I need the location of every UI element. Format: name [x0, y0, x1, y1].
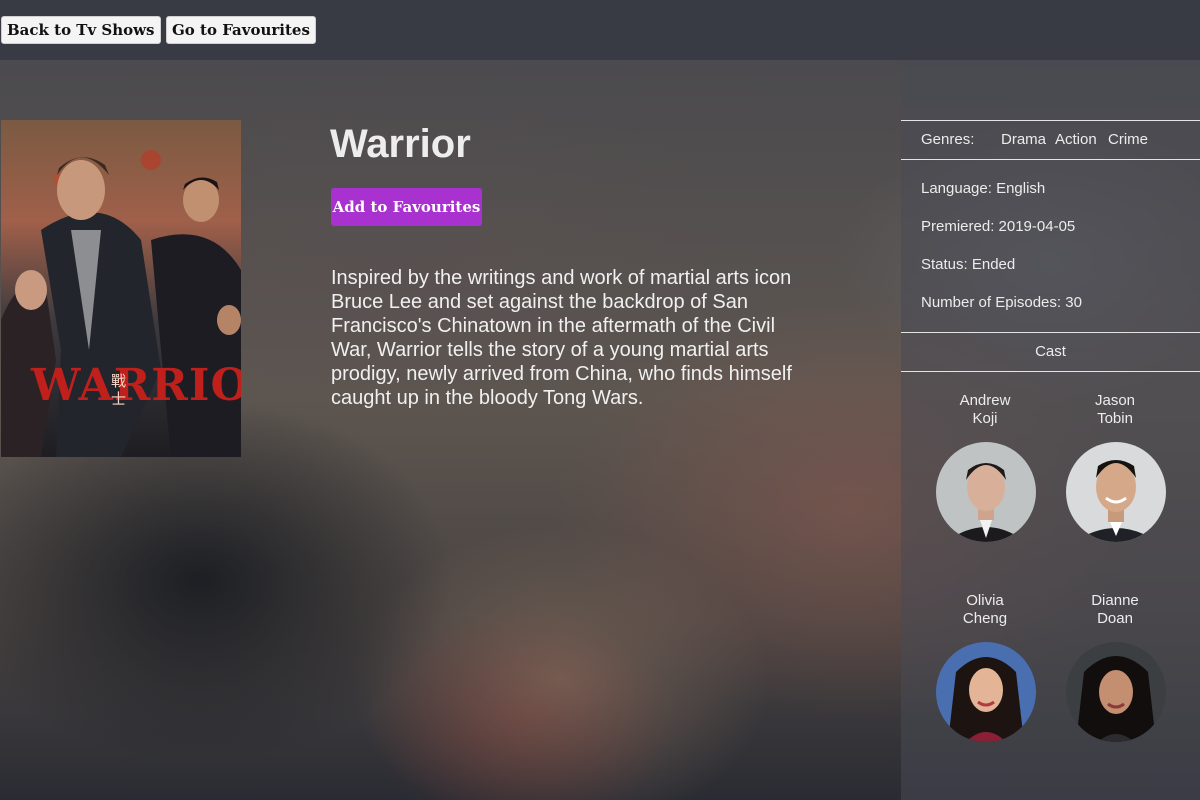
episode-count-info: Number of Episodes: 30 — [921, 294, 1082, 311]
status-info: Status: Ended — [921, 256, 1016, 273]
divider — [901, 159, 1200, 160]
cast-member-name: Jason Tobin — [1060, 392, 1170, 428]
cast-member-name: Dianne Doan — [1060, 592, 1170, 628]
genre-tag: Crime — [1108, 131, 1148, 148]
cast-first-name: Jason — [1094, 392, 1136, 409]
cast-photo[interactable] — [1066, 642, 1166, 742]
cast-heading: Cast — [1035, 343, 1066, 360]
divider — [901, 120, 1200, 121]
genre-tag: Drama — [1001, 131, 1047, 148]
cast-last-name: Koji — [972, 410, 998, 427]
back-to-tv-shows-button[interactable]: Back to Tv Shows — [1, 16, 161, 44]
cast-last-name: Doan — [1097, 610, 1133, 627]
divider — [901, 332, 1200, 333]
cast-first-name: Dianne — [1091, 592, 1139, 609]
cast-last-name: Tobin — [1097, 410, 1133, 427]
show-summary: Inspired by the writings and work of mar… — [331, 267, 792, 409]
add-to-favourites-button[interactable]: Add to Favourites — [331, 188, 482, 226]
poster-chinese-glyphs: 戰士 — [111, 372, 127, 408]
cast-photo[interactable] — [936, 642, 1036, 742]
cast-photo[interactable] — [1066, 442, 1166, 542]
cast-photo[interactable] — [936, 442, 1036, 542]
cast-first-name: Olivia — [966, 592, 1004, 609]
genres-label: Genres: — [921, 131, 975, 148]
cast-last-name: Cheng — [962, 610, 1008, 627]
details-sidebar: Genres: Drama Action Crime Language: Eng… — [901, 60, 1200, 800]
top-nav-bar: Back to Tv Shows Go to Favourites — [0, 0, 1200, 60]
cast-first-name: Andrew — [959, 392, 1011, 409]
divider — [901, 371, 1200, 372]
language-info: Language: English — [921, 180, 1046, 197]
cast-member-name: Andrew Koji — [930, 392, 1040, 428]
cast-member-name: Olivia Cheng — [930, 592, 1040, 628]
go-to-favourites-button[interactable]: Go to Favourites — [166, 16, 316, 44]
show-title: Warrior — [330, 122, 471, 166]
show-poster: WARRIOR 戰士 — [1, 120, 241, 457]
premiered-info: Premiered: 2019-04-05 — [921, 218, 1076, 235]
genre-tag: Action — [1055, 131, 1097, 148]
